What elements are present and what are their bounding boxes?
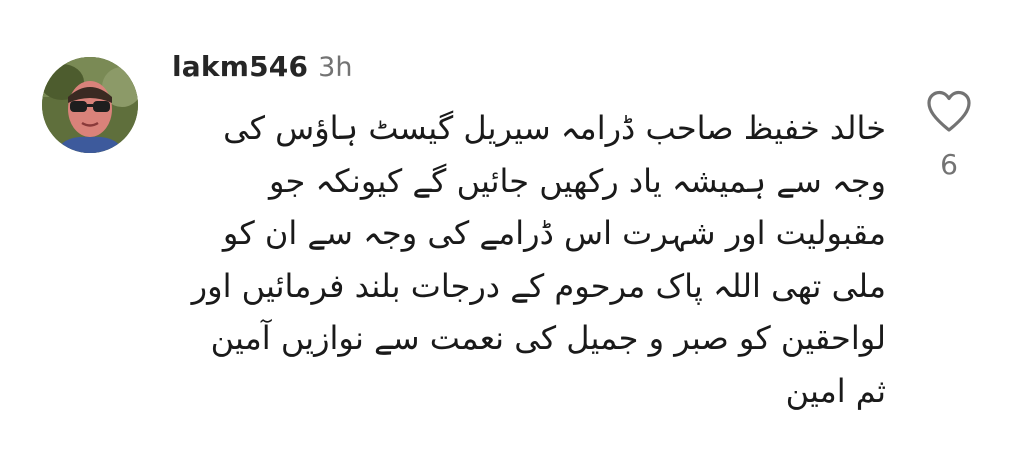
username[interactable]: lakm546 [172, 50, 308, 83]
comment-line: ثم امین [785, 371, 886, 410]
timestamp: 3h [318, 52, 353, 83]
avatar-image [42, 57, 138, 153]
comment-line: ملی تھی اللہ پاک مرحوم کے درجات بلند فرم… [191, 266, 886, 305]
like-button[interactable] [926, 90, 972, 134]
heart-outline-icon [927, 90, 971, 132]
comment-body: خالد خفیظ صاحب ڈرامہ سیریل گیسٹ ہاؤس کی … [166, 102, 886, 417]
comment-header: lakm546 3h [172, 50, 352, 90]
comment-line: لواحقین کو صبر و جمیل کی نعمت سے نوازیں … [210, 319, 886, 357]
comment: lakm546 3h خالد خفیظ صاحب ڈرامہ سیریل گی… [0, 0, 1024, 470]
comment-line: خالد خفیظ صاحب ڈرامہ سیریل گیسٹ ہاؤس کی [223, 109, 886, 147]
comment-line: مقبولیت اور شہرت اس ڈرامے کی وجہ سے ان ک… [222, 214, 886, 252]
comment-line: وجہ سے ہمیشہ یاد رکھیں جائیں گے کیونکہ ج… [269, 161, 886, 200]
like-count: 6 [940, 148, 958, 181]
avatar[interactable] [42, 57, 138, 153]
